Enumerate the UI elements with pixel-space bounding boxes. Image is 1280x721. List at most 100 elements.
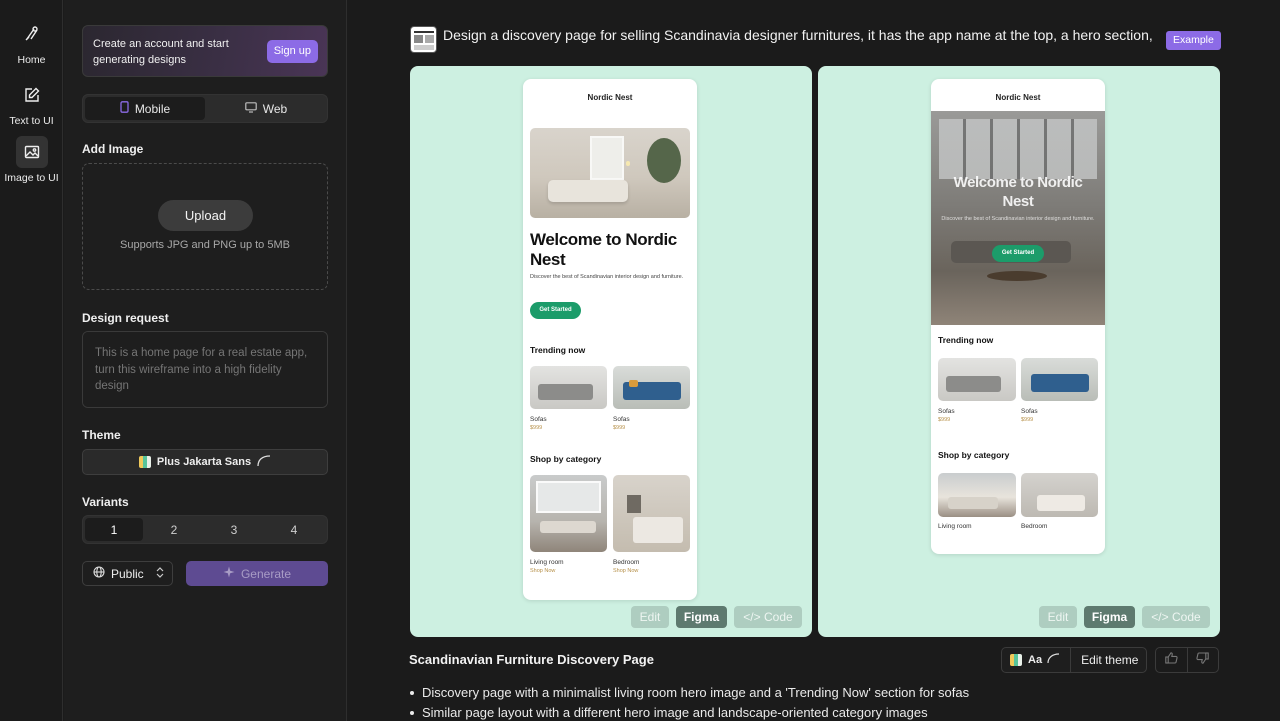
rail-label: Text to UI: [9, 115, 54, 127]
left-rail: Home Text to UI Image to UI: [0, 0, 63, 721]
sparkle-icon: [223, 566, 235, 581]
thumbs-down-icon: [1196, 651, 1209, 669]
figma-button[interactable]: Figma: [676, 606, 727, 628]
product-price: $999: [613, 425, 626, 431]
generate-label: Generate: [240, 566, 292, 581]
phone-preview: Nordic Nest Welcome to Nordic Nest Disco…: [523, 79, 697, 600]
design-card-2[interactable]: Nordic Nest Welcome to Nordic Nest Disco…: [818, 66, 1220, 637]
code-button[interactable]: </> Code: [734, 606, 802, 628]
rail-item-home[interactable]: Home: [0, 18, 63, 66]
signup-banner: Create an account and start generating d…: [82, 25, 328, 77]
feedback-group: [1155, 647, 1219, 673]
visibility-value: Public: [111, 566, 144, 581]
figma-button[interactable]: Figma: [1084, 606, 1135, 628]
product-name: Sofas: [938, 408, 955, 415]
signup-text: Create an account and start generating d…: [93, 38, 229, 66]
category-name: Living room: [530, 559, 564, 566]
signup-button[interactable]: Sign up: [266, 40, 318, 63]
palette-swatch-icon: [138, 456, 151, 468]
device-option-web[interactable]: Web: [207, 97, 325, 120]
upload-button[interactable]: Upload: [158, 200, 253, 231]
image-dropzone[interactable]: Upload Supports JPG and PNG up to 5MB: [82, 163, 328, 290]
get-started-button[interactable]: Get Started: [992, 245, 1044, 262]
edit-icon: [16, 79, 48, 111]
theme-label: Theme: [82, 428, 121, 442]
product-name: Sofas: [530, 416, 547, 423]
code-label: Code: [1172, 610, 1201, 624]
shop-now-link[interactable]: Shop Now: [613, 568, 638, 574]
design-request-input[interactable]: [82, 331, 328, 408]
hero-image: Welcome to Nordic Nest Discover the best…: [931, 111, 1105, 325]
category-name: Bedroom: [613, 559, 640, 566]
category-heading: Shop by category: [530, 454, 602, 464]
design-card-1[interactable]: Nordic Nest Welcome to Nordic Nest Disco…: [410, 66, 812, 637]
list-item: Similar page layout with a different her…: [409, 703, 969, 721]
hero-subtitle: Discover the best of Scandinavian interi…: [941, 216, 1095, 222]
theme-font-sample: Aa: [1028, 654, 1043, 666]
edit-button[interactable]: Edit: [631, 606, 669, 628]
category-name: Bedroom: [1021, 523, 1048, 530]
app-name: Nordic Nest: [587, 93, 633, 102]
theme-font-name: Plus Jakarta Sans: [156, 456, 252, 468]
get-started-button[interactable]: Get Started: [530, 302, 581, 319]
result-bullets: Discovery page with a minimalist living …: [409, 683, 969, 721]
device-option-label: Web: [262, 101, 288, 116]
shop-now-link[interactable]: Shop Now: [530, 568, 555, 574]
product-price: $999: [938, 417, 951, 423]
monitor-icon: [244, 101, 257, 116]
thumbs-up-icon: [1165, 651, 1178, 669]
product-price: $999: [1021, 417, 1034, 423]
product-image: [1021, 358, 1098, 401]
variant-option-2[interactable]: 2: [145, 518, 203, 541]
phone-preview: Nordic Nest Welcome to Nordic Nest Disco…: [931, 79, 1105, 554]
rail-label: Image to UI: [4, 172, 59, 184]
variant-option-4[interactable]: 4: [265, 518, 323, 541]
phone-icon: [120, 101, 129, 116]
home-icon: [16, 18, 48, 50]
code-label: Code: [764, 610, 793, 624]
theme-selector[interactable]: Plus Jakarta Sans: [82, 449, 328, 475]
code-button[interactable]: </> Code: [1142, 606, 1210, 628]
hero-title: Welcome to Nordic Nest: [530, 230, 677, 269]
rail-item-text-to-ui[interactable]: Text to UI: [0, 79, 63, 127]
upload-hint: Supports JPG and PNG up to 5MB: [120, 239, 290, 251]
device-option-label: Mobile: [134, 101, 171, 116]
generate-button[interactable]: Generate: [186, 561, 328, 586]
category-image: [938, 473, 1016, 517]
prompt-thumbnail: [410, 26, 437, 53]
product-image: [530, 366, 607, 409]
category-name: Living room: [938, 523, 972, 530]
category-image: [530, 475, 607, 552]
trending-heading: Trending now: [530, 345, 586, 355]
design-request-label: Design request: [82, 311, 169, 325]
product-name: Sofas: [613, 416, 630, 423]
hero-image: [530, 128, 690, 218]
palette-swatch-icon: [1010, 654, 1022, 666]
globe-icon: [93, 566, 105, 581]
list-item: Discovery page with a minimalist living …: [409, 683, 969, 703]
edit-theme-button[interactable]: Edit theme: [1081, 653, 1138, 667]
result-title: Scandinavian Furniture Discovery Page: [409, 652, 654, 667]
trending-heading: Trending now: [938, 335, 994, 345]
rail-label: Home: [17, 54, 46, 66]
product-image: [938, 358, 1016, 401]
variant-option-3[interactable]: 3: [205, 518, 263, 541]
radius-curve-icon: [257, 454, 271, 470]
rail-item-image-to-ui[interactable]: Image to UI: [0, 136, 63, 184]
hero-subtitle: Discover the best of Scandinavian interi…: [530, 274, 684, 280]
code-icon: </>: [743, 610, 761, 624]
thumbs-down-button[interactable]: [1188, 648, 1219, 672]
app-name: Nordic Nest: [995, 93, 1041, 102]
thumbs-up-button[interactable]: [1156, 648, 1188, 672]
device-option-mobile[interactable]: Mobile: [85, 97, 205, 120]
edit-button[interactable]: Edit: [1039, 606, 1077, 628]
image-icon: [15, 136, 48, 168]
category-heading: Shop by category: [938, 450, 1010, 460]
visibility-select[interactable]: Public: [82, 561, 173, 586]
chevron-updown-icon: [156, 566, 164, 581]
category-image: [1021, 473, 1098, 517]
variants-toggle: 1 2 3 4: [82, 515, 328, 544]
variant-option-1[interactable]: 1: [85, 518, 143, 541]
theme-chip: Aa Edit theme: [1001, 647, 1147, 673]
product-name: Sofas: [1021, 408, 1038, 415]
